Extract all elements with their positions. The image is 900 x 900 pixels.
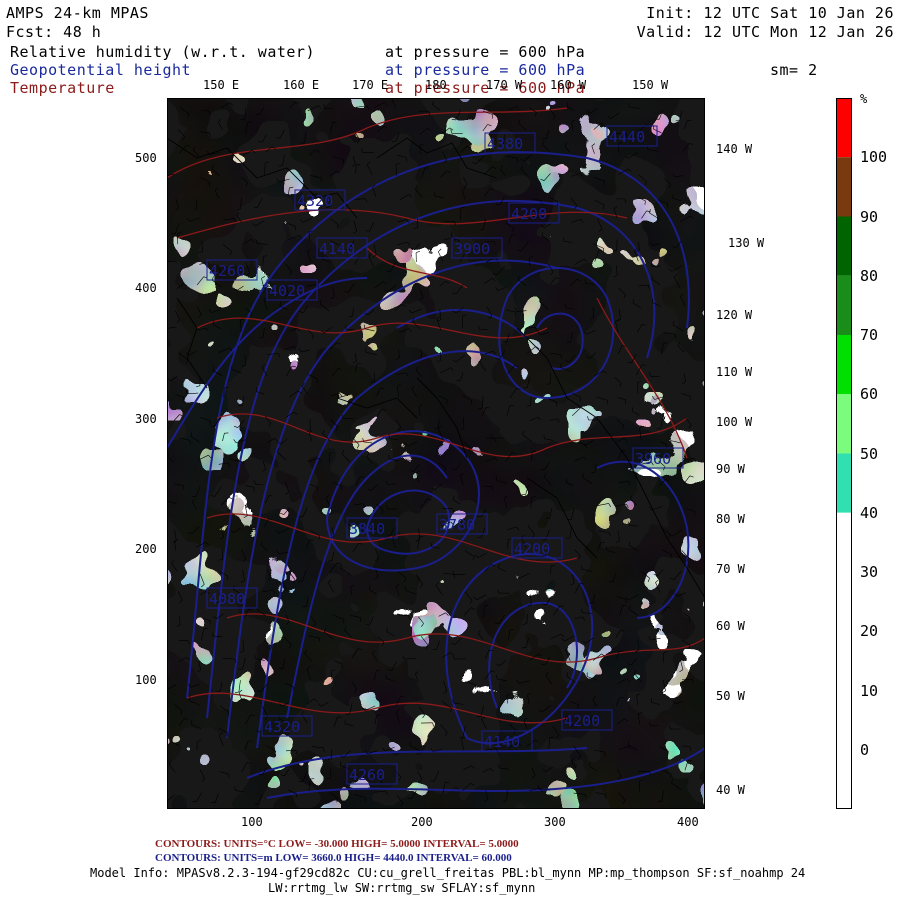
lon-label-top: 150 W xyxy=(632,78,669,92)
lon-label-right: 110 W xyxy=(716,365,753,379)
colorbar-label: 10 xyxy=(860,681,879,700)
field-rh-name: Relative humidity (w.r.t. water) xyxy=(10,43,315,61)
x-tick: 400 xyxy=(677,815,699,829)
svg-text:4320: 4320 xyxy=(264,718,300,736)
height-contour-info: CONTOURS: UNITS=m LOW= 3660.0 HIGH= 4440… xyxy=(155,852,512,864)
colorbar-band xyxy=(836,453,852,513)
colorbar-band xyxy=(836,749,852,809)
colorbar-band xyxy=(836,690,852,750)
colorbar-label: 90 xyxy=(860,207,879,226)
svg-text:3900: 3900 xyxy=(454,240,490,258)
lon-label-top: 170 E xyxy=(352,78,389,92)
svg-text:4200: 4200 xyxy=(511,205,547,223)
forecast-hour: Fcst: 48 h xyxy=(6,23,102,41)
field-temp-name: Temperature xyxy=(10,79,115,97)
lon-label-right: 90 W xyxy=(716,462,745,476)
x-tick: 200 xyxy=(411,815,433,829)
lon-label-right: 80 W xyxy=(716,512,745,526)
rh-layer-90 xyxy=(167,98,705,809)
y-tick: 500 xyxy=(135,151,157,165)
field-height-name: Geopotential height xyxy=(10,61,192,79)
colorbar-label: 50 xyxy=(860,444,879,463)
svg-text:3780: 3780 xyxy=(439,516,475,534)
colorbar-band xyxy=(836,512,852,572)
product-title: AMPS 24-km MPAS xyxy=(6,4,149,22)
svg-text:4440: 4440 xyxy=(609,128,645,146)
svg-text:4260: 4260 xyxy=(349,766,385,784)
lon-label-top: 160 E xyxy=(283,78,320,92)
svg-text:4140: 4140 xyxy=(484,733,520,751)
colorbar-band xyxy=(836,157,852,217)
field-height-pressure: at pressure = 600 hPa xyxy=(385,61,586,79)
svg-text:4200: 4200 xyxy=(514,540,550,558)
x-tick: 300 xyxy=(544,815,566,829)
svg-text:4140: 4140 xyxy=(319,240,355,258)
colorbar-unit: % xyxy=(860,92,868,106)
lon-label-right: 130 W xyxy=(728,236,765,250)
lon-label-right: 140 W xyxy=(716,142,753,156)
colorbar-label: 100 xyxy=(860,148,888,167)
y-tick: 300 xyxy=(135,412,157,426)
y-tick: 100 xyxy=(135,673,157,687)
model-info: Model Info: MPASv8.2.3-194-gf29cd82c CU:… xyxy=(90,866,806,880)
svg-text:4020: 4020 xyxy=(269,282,305,300)
svg-text:3840: 3840 xyxy=(349,520,385,538)
svg-text:4320: 4320 xyxy=(297,192,333,210)
colorbar-band xyxy=(836,275,852,335)
weather-map[interactable]: 4380 4320 4260 4200 4140 4080 4020 3960 … xyxy=(167,98,705,809)
colorbar-label: 0 xyxy=(860,740,870,759)
smoothing-label: sm= 2 xyxy=(770,61,818,79)
field-rh-pressure: at pressure = 600 hPa xyxy=(385,43,586,61)
x-tick: 100 xyxy=(241,815,263,829)
lon-label-top: 160 W xyxy=(550,78,587,92)
lon-label-right: 50 W xyxy=(716,689,745,703)
colorbar-band xyxy=(836,572,852,632)
colorbar-label: 60 xyxy=(860,385,879,404)
colorbar-band xyxy=(836,216,852,276)
lon-label-top: 170 W xyxy=(486,78,523,92)
svg-text:3960: 3960 xyxy=(635,450,671,468)
lon-label-right: 100 W xyxy=(716,415,753,429)
colorbar-label: 70 xyxy=(860,326,879,344)
temp-contour-info: CONTOURS: UNITS=°C LOW= -30.000 HIGH= 5.… xyxy=(155,838,519,850)
colorbar-band xyxy=(836,394,852,454)
lon-label-top: 180 xyxy=(425,78,447,92)
colorbar-band xyxy=(836,335,852,395)
colorbar-label: 80 xyxy=(860,266,879,285)
lon-label-right: 40 W xyxy=(716,783,745,797)
y-tick: 200 xyxy=(135,542,157,556)
lon-label-right: 60 W xyxy=(716,619,745,633)
colorbar-label: 30 xyxy=(860,563,879,581)
lon-label-right: 120 W xyxy=(716,308,753,322)
lon-label-right: 70 W xyxy=(716,562,745,576)
svg-text:4080: 4080 xyxy=(209,590,245,608)
colorbar-label: 40 xyxy=(860,503,879,522)
svg-text:4200: 4200 xyxy=(564,712,600,730)
colorbar-band xyxy=(836,98,852,158)
init-time: Init: 12 UTC Sat 10 Jan 26 xyxy=(646,4,894,22)
colorbar-label: 20 xyxy=(860,622,879,641)
lon-label-top: 150 E xyxy=(203,78,240,92)
colorbar-band xyxy=(836,631,852,691)
svg-text:4380: 4380 xyxy=(487,135,523,153)
colorbar xyxy=(836,98,852,809)
valid-time: Valid: 12 UTC Mon 12 Jan 26 xyxy=(636,23,894,41)
model-info-2: LW:rrtmg_lw SW:rrtmg_sw SFLAY:sf_mynn xyxy=(268,881,536,895)
svg-text:4260: 4260 xyxy=(209,262,245,280)
y-tick: 400 xyxy=(135,281,157,295)
